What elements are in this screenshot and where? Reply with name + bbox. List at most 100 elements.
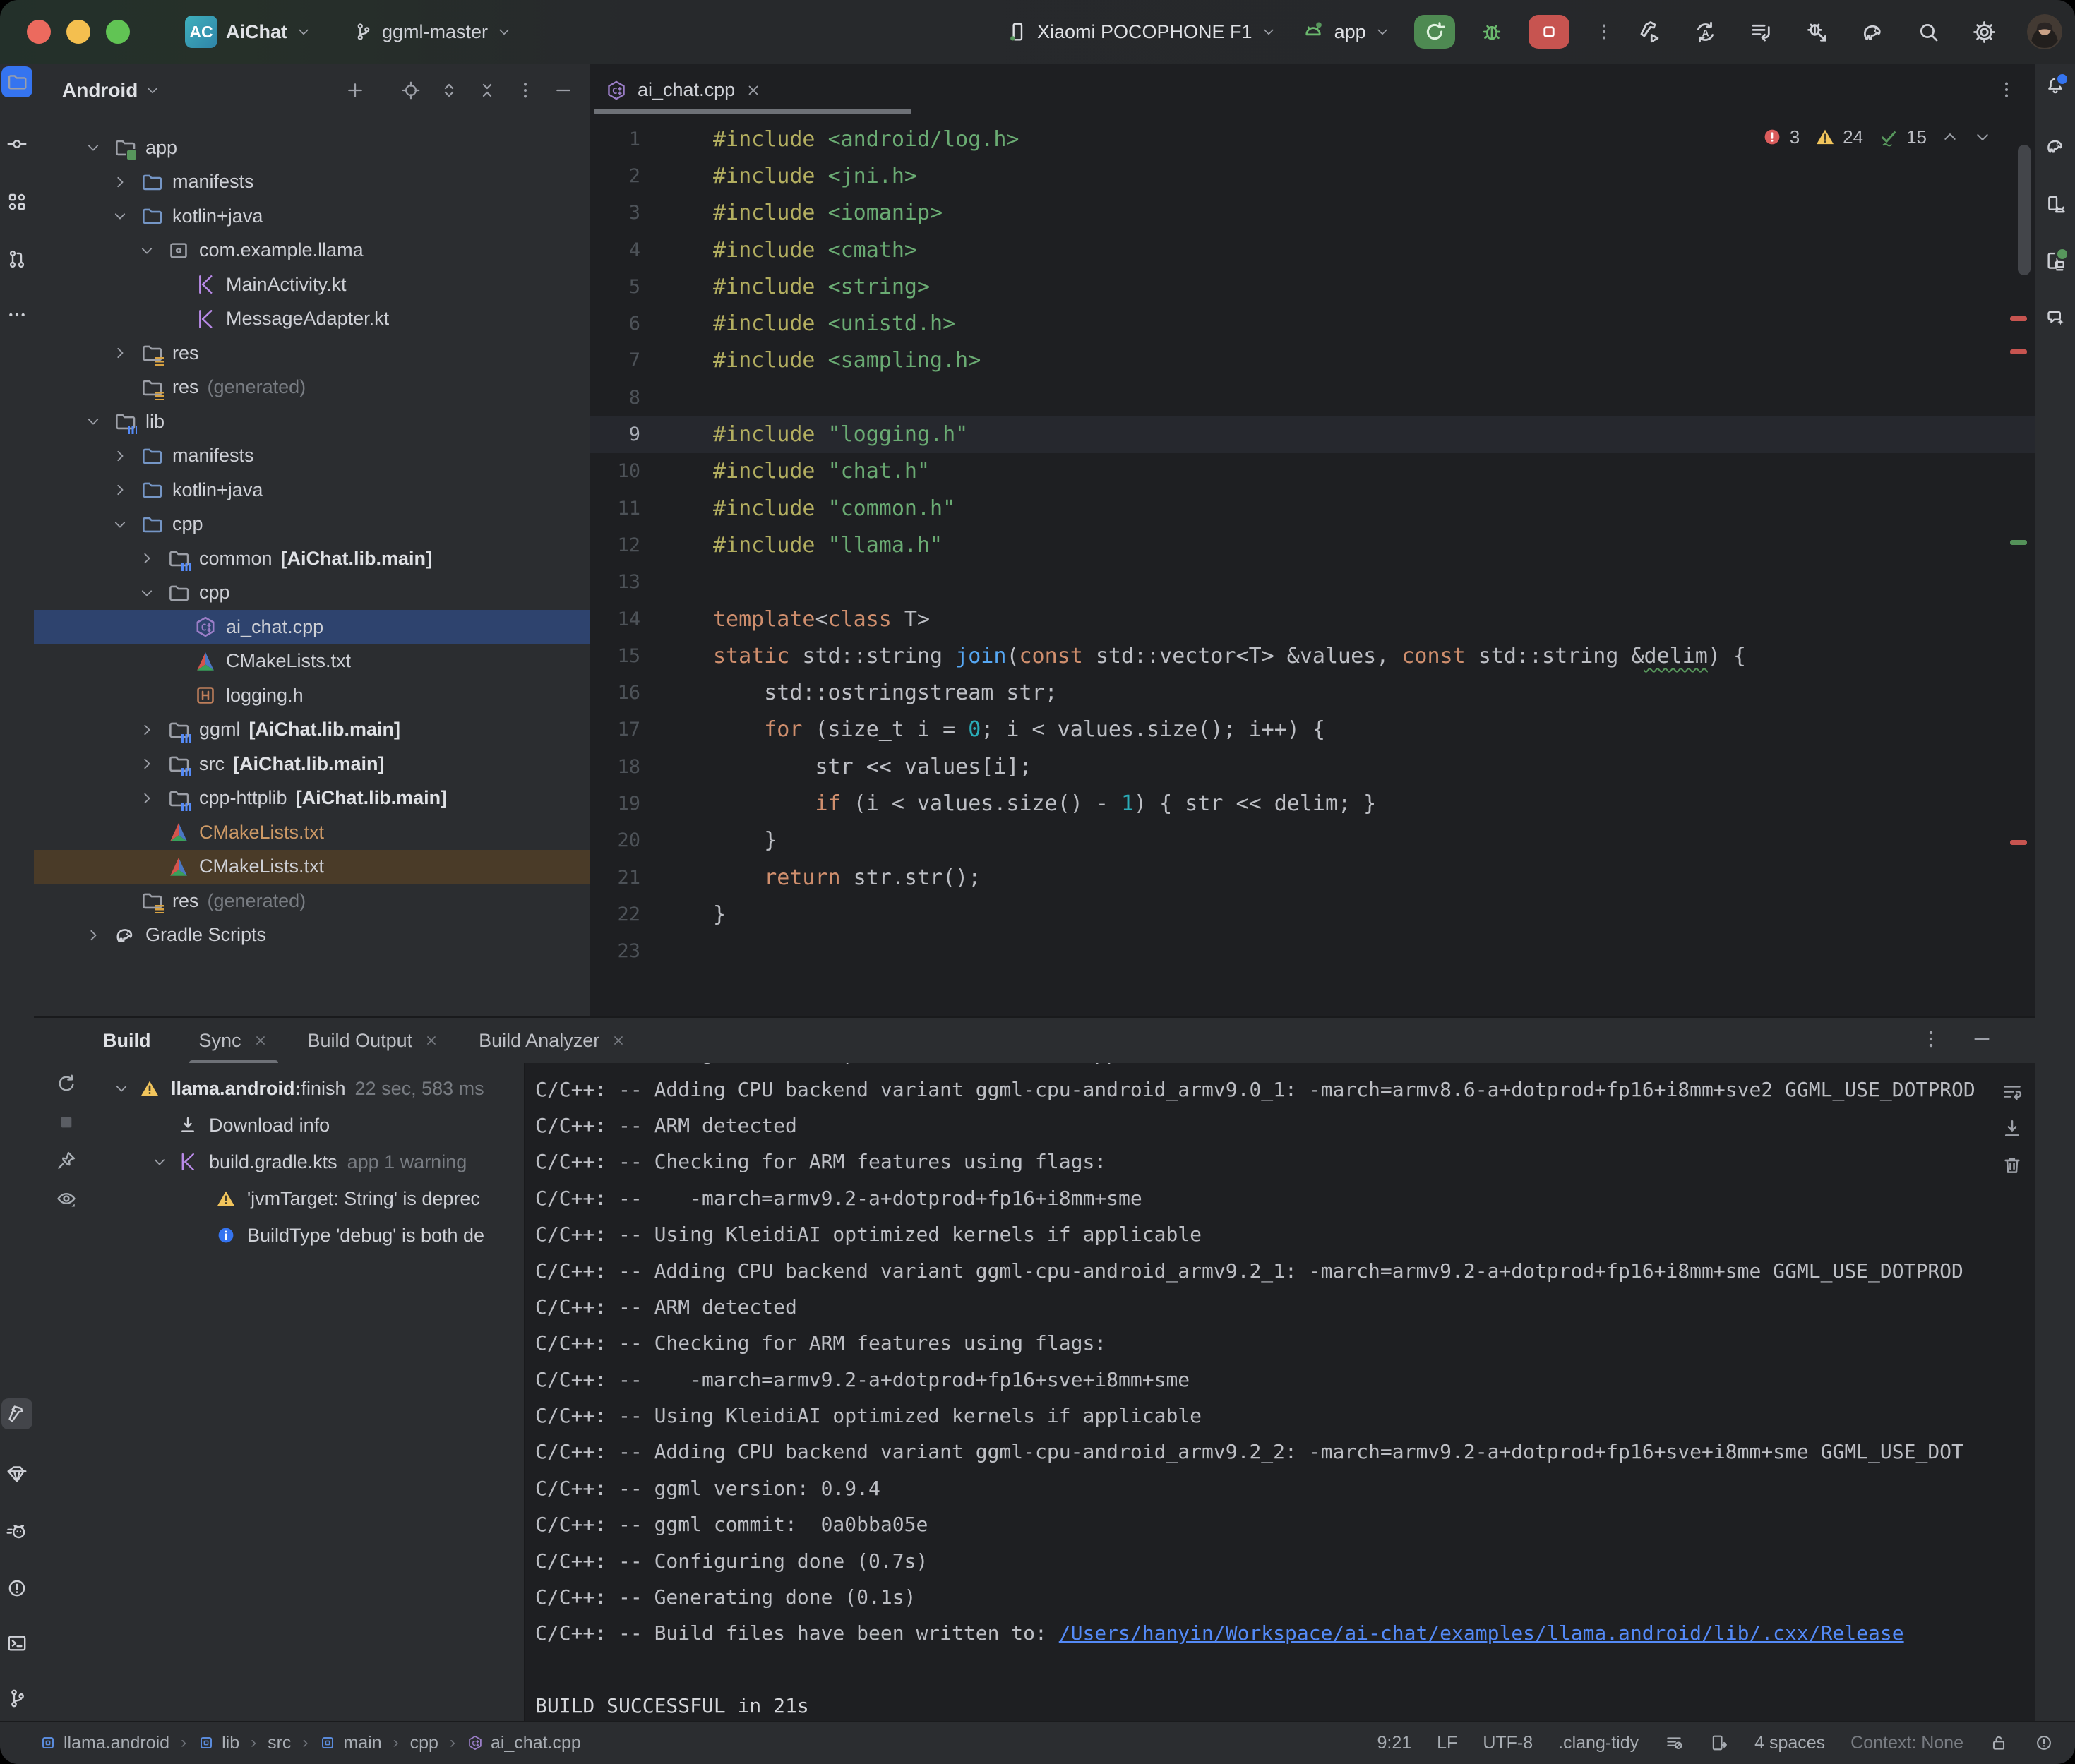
- tree-item-app[interactable]: app: [34, 131, 590, 165]
- build-tree-item[interactable]: llama.android: finished22 sec, 583 ms: [99, 1070, 524, 1107]
- code-line-22[interactable]: 22}: [590, 896, 2035, 932]
- breadcrumb-llama-android[interactable]: llama.android: [40, 1733, 169, 1753]
- breadcrumb-cpp[interactable]: cpp: [410, 1733, 438, 1753]
- chevron-down-icon[interactable]: [112, 516, 140, 533]
- debug-button[interactable]: [1479, 19, 1505, 44]
- chevron-down-icon[interactable]: [138, 242, 167, 259]
- tree-spacer[interactable]: [165, 687, 193, 704]
- chevron-down-icon[interactable]: [85, 139, 113, 156]
- code-editor[interactable]: 1#include <android/log.h>2#include <jni.…: [590, 116, 2035, 1016]
- hide-build-panel-button[interactable]: [1971, 1028, 1993, 1050]
- chevron-right-icon[interactable]: [112, 174, 140, 191]
- view-options-button[interactable]: [55, 1187, 78, 1210]
- pull-requests-tool-button[interactable]: [1, 244, 32, 275]
- app-quality-insights-button[interactable]: [1, 1458, 32, 1489]
- rerun-sync-button[interactable]: [55, 1073, 78, 1096]
- code-line-11[interactable]: 11#include "common.h": [590, 490, 2035, 527]
- file-encoding[interactable]: UTF-8: [1483, 1733, 1533, 1753]
- build-variants-button[interactable]: [1748, 19, 1774, 45]
- tree-spacer[interactable]: [189, 1227, 215, 1244]
- zoom-window-button[interactable]: [106, 20, 130, 44]
- code-line-2[interactable]: 2#include <jni.h>: [590, 157, 2035, 194]
- build-tab-sync[interactable]: Sync: [179, 1018, 288, 1063]
- settings-button[interactable]: [1971, 19, 1997, 45]
- tree-item-cmakelists-txt[interactable]: CMakeLists.txt: [34, 644, 590, 679]
- structure-tool-button[interactable]: [1, 186, 32, 217]
- select-opened-file-button[interactable]: [400, 80, 421, 101]
- problems-tool-button[interactable]: [1, 1573, 32, 1604]
- tree-item-res[interactable]: res(generated): [34, 371, 590, 405]
- chevron-right-icon[interactable]: [138, 721, 167, 738]
- code-line-15[interactable]: 15static std::string join(const std::vec…: [590, 637, 2035, 674]
- tree-item-kotlin-java[interactable]: kotlin+java: [34, 473, 590, 508]
- chevron-down-icon[interactable]: [113, 1080, 138, 1097]
- chevron-right-icon[interactable]: [112, 481, 140, 498]
- minimize-window-button[interactable]: [66, 20, 90, 44]
- breadcrumb-ai-chat-cpp[interactable]: Cai_chat.cpp: [467, 1733, 581, 1753]
- close-tab-icon[interactable]: [253, 1033, 268, 1048]
- code-line-13[interactable]: 13: [590, 564, 2035, 601]
- device-manager-button[interactable]: [2040, 189, 2071, 220]
- breadcrumb-main[interactable]: main: [319, 1733, 381, 1753]
- lock-open-icon[interactable]: [1989, 1733, 2009, 1753]
- tree-item-messageadapter-kt[interactable]: MessageAdapter.kt: [34, 302, 590, 337]
- tree-item-logging-h[interactable]: logging.h: [34, 678, 590, 713]
- build-tool-button[interactable]: [1, 1398, 32, 1429]
- analyzer-status[interactable]: .clang-tidy: [1558, 1733, 1639, 1753]
- device-selector[interactable]: Xiaomi POCOPHONE F1: [1006, 20, 1276, 43]
- code-line-16[interactable]: 16 std::ostringstream str;: [590, 674, 2035, 711]
- close-window-button[interactable]: [27, 20, 51, 44]
- chevron-right-icon[interactable]: [112, 448, 140, 464]
- code-line-6[interactable]: 6#include <unistd.h>: [590, 305, 2035, 342]
- close-tab-icon[interactable]: [745, 82, 762, 99]
- running-devices-button[interactable]: [2040, 246, 2071, 277]
- gemini-assistant-button[interactable]: [2040, 302, 2071, 333]
- code-line-4[interactable]: 4#include <cmath>: [590, 232, 2035, 268]
- tree-item-gradle-scripts[interactable]: Gradle Scripts: [34, 918, 590, 953]
- caret-position[interactable]: 9:21: [1377, 1733, 1411, 1753]
- close-tab-icon[interactable]: [611, 1033, 626, 1048]
- more-tool-windows-button[interactable]: [1, 299, 32, 330]
- code-line-8[interactable]: 8: [590, 379, 2035, 416]
- alert-circle-icon[interactable]: [2034, 1733, 2054, 1753]
- scroll-to-end-button[interactable]: [2000, 1117, 2024, 1141]
- tree-item-common[interactable]: common[AiChat.lib.main]: [34, 541, 590, 576]
- tree-item-cmakelists-txt[interactable]: CMakeLists.txt: [34, 815, 590, 850]
- chevron-right-icon[interactable]: [85, 927, 113, 944]
- error-stripe-mark[interactable]: [2010, 349, 2027, 354]
- version-control-tool-button[interactable]: [1, 1683, 32, 1714]
- add-button[interactable]: [345, 80, 366, 101]
- sync-project-button[interactable]: A: [1692, 19, 1718, 45]
- error-stripe-mark[interactable]: [2010, 316, 2027, 321]
- more-run-actions-button[interactable]: [1593, 21, 1615, 42]
- pin-panel-button[interactable]: [55, 1149, 78, 1172]
- editor-options-button[interactable]: [1996, 79, 2017, 100]
- panel-options-button[interactable]: [515, 80, 536, 101]
- tree-item-ai-chat-cpp[interactable]: Cai_chat.cpp: [34, 610, 590, 644]
- code-line-9[interactable]: 9#include "logging.h": [590, 416, 2035, 452]
- change-stripe-mark[interactable]: [2010, 540, 2027, 545]
- breadcrumb-lib[interactable]: lib: [198, 1733, 239, 1753]
- tree-spacer[interactable]: [165, 653, 193, 670]
- code-line-7[interactable]: 7#include <sampling.h>: [590, 342, 2035, 379]
- chevron-right-icon[interactable]: [138, 790, 167, 807]
- code-line-3[interactable]: 3#include <iomanip>: [590, 195, 2035, 232]
- chevron-down-icon[interactable]: [112, 208, 140, 224]
- tree-spacer[interactable]: [138, 858, 167, 875]
- indent-setting[interactable]: 4 spaces: [1754, 1733, 1825, 1753]
- code-line-5[interactable]: 5#include <string>: [590, 268, 2035, 305]
- tree-spacer[interactable]: [165, 618, 193, 635]
- build-tree-item[interactable]: 'jvmTarget: String' is deprec: [99, 1180, 524, 1217]
- indent-config-icon[interactable]: [1709, 1733, 1729, 1753]
- code-line-21[interactable]: 21 return str.str();: [590, 859, 2035, 896]
- code-line-18[interactable]: 18 str << values[i];: [590, 748, 2035, 785]
- tree-spacer[interactable]: [138, 824, 167, 841]
- tree-item-ggml[interactable]: ggml[AiChat.lib.main]: [34, 713, 590, 748]
- stop-button[interactable]: [1529, 15, 1569, 49]
- chevron-down-icon[interactable]: [138, 584, 167, 601]
- error-stripe-mark[interactable]: [2010, 840, 2027, 845]
- tree-spacer[interactable]: [112, 379, 140, 396]
- code-line-10[interactable]: 10#include "chat.h": [590, 453, 2035, 490]
- hide-panel-button[interactable]: [553, 80, 574, 101]
- build-project-button[interactable]: [1637, 19, 1663, 45]
